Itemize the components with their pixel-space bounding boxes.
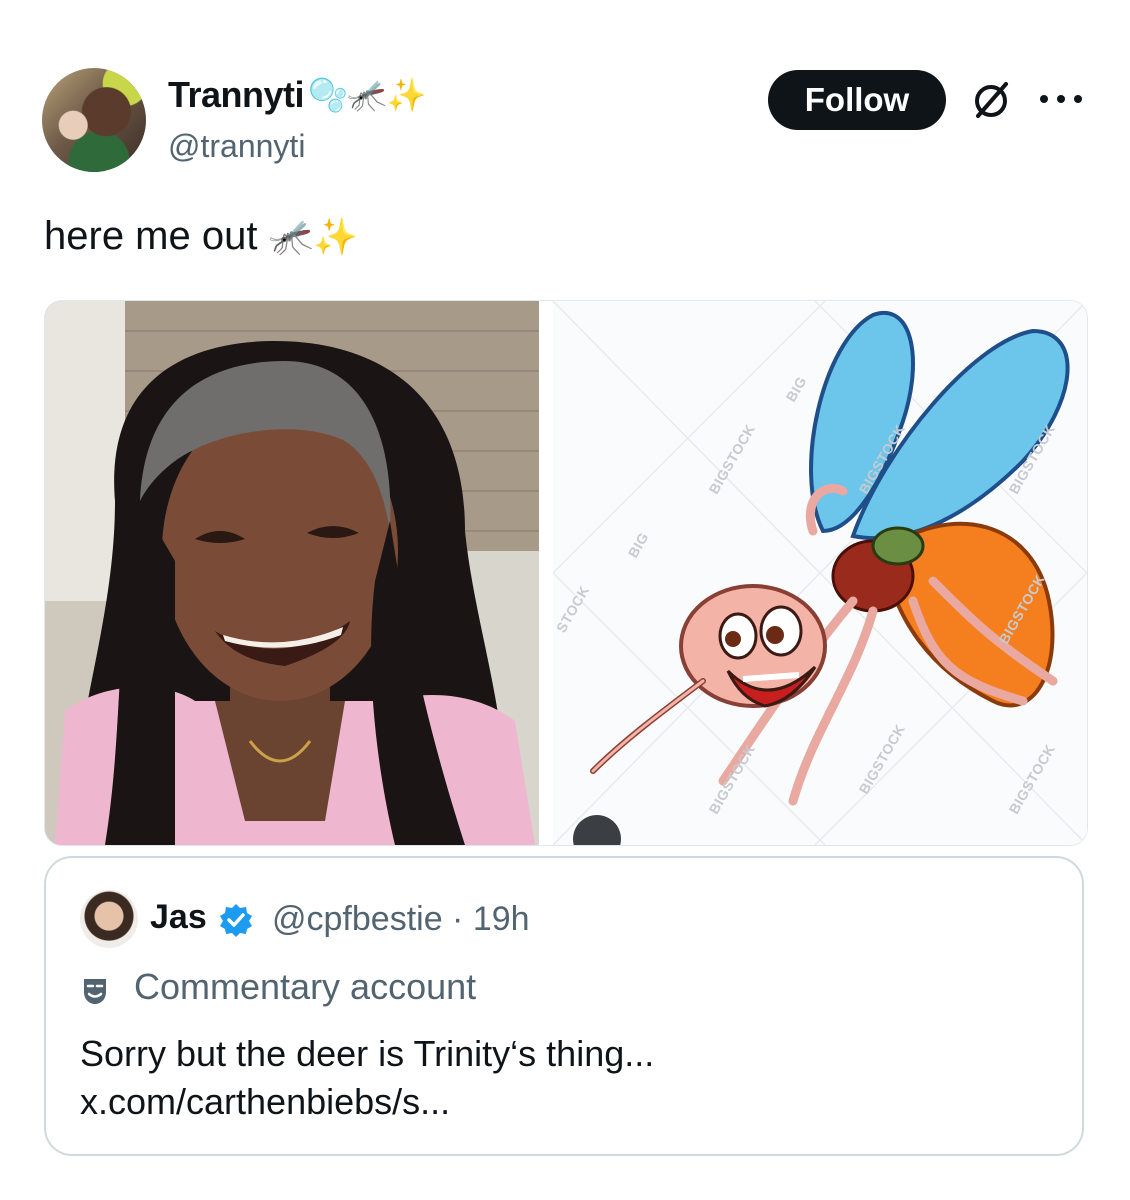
quoted-author-handle-time[interactable]: @cpfbestie · 19h <box>272 900 530 939</box>
photo-woman-image <box>45 301 539 845</box>
media-divider <box>539 301 553 845</box>
media-photo-woman[interactable] <box>45 301 539 845</box>
follow-button[interactable]: Follow <box>768 70 946 130</box>
quoted-tweet-text-line: Sorry but the deer is Trinity‘s thing... <box>80 1033 655 1074</box>
media-grid: BIGSTOCK BIG BIGSTOCK BIG BIGSTOCK BIGST… <box>44 300 1088 846</box>
commentary-mask-icon <box>84 979 106 1004</box>
author-name-emoji: 🫧🦟✨ <box>308 76 427 114</box>
media-photo-mosquito[interactable]: BIGSTOCK BIG BIGSTOCK BIG BIGSTOCK BIGST… <box>553 301 1087 845</box>
author-display-name[interactable]: Trannyti 🫧🦟✨ <box>168 74 427 116</box>
quoted-tweet-text: Sorry but the deer is Trinity‘s thing...… <box>80 1030 654 1126</box>
more-options-icon[interactable] <box>1040 92 1082 106</box>
tweet-card: Trannyti 🫧🦟✨ @trannyti Follow here me ou… <box>0 0 1130 1200</box>
grok-icon[interactable] <box>968 78 1014 124</box>
verified-badge-icon <box>220 904 252 937</box>
photo-mosquito-image <box>553 301 1087 845</box>
quoted-author-avatar[interactable] <box>80 890 138 948</box>
author-avatar[interactable] <box>42 68 146 172</box>
tweet-text-emoji: 🦟✨ <box>268 217 359 258</box>
author-name-text: Trannyti <box>168 74 305 115</box>
tweet-text: here me out 🦟✨ <box>44 214 358 259</box>
tweet-text-body: here me out <box>44 214 258 258</box>
quoted-tweet[interactable]: Jas @cpfbestie · 19h Commentary account … <box>44 856 1084 1156</box>
quoted-author-name[interactable]: Jas <box>150 898 207 937</box>
commentary-account-label: Commentary account <box>134 966 477 1007</box>
quoted-tweet-link[interactable]: x.com/carthenbiebs/s... <box>80 1078 654 1126</box>
author-handle[interactable]: @trannyti <box>168 128 305 165</box>
